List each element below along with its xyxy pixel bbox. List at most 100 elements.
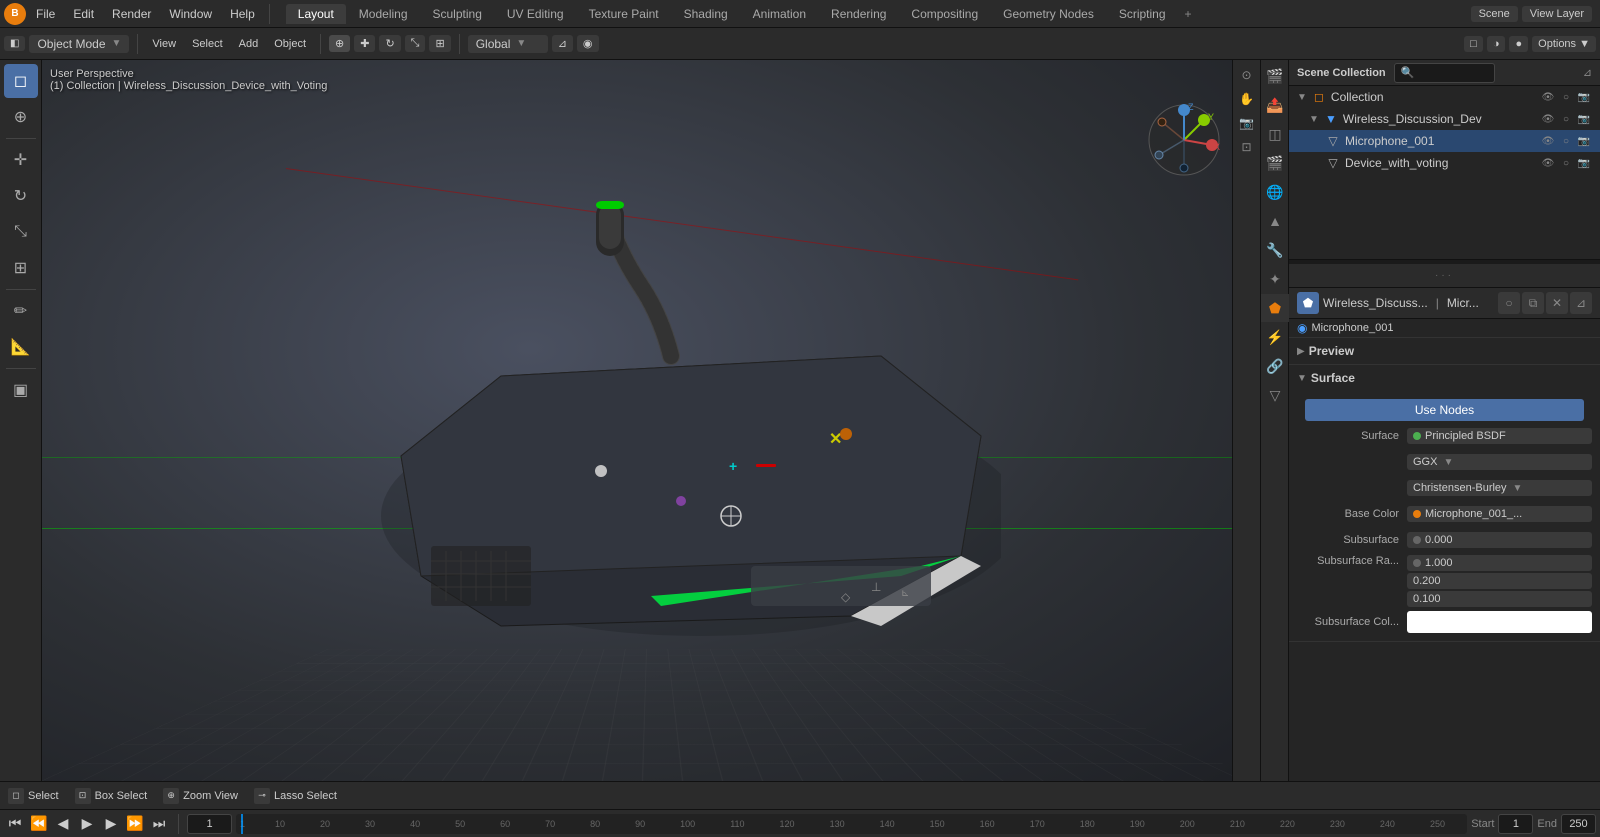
cursor-tool-left[interactable]: ⊕ bbox=[4, 100, 38, 134]
play-btn[interactable]: ▶ bbox=[76, 813, 98, 835]
device-render[interactable]: 📷 bbox=[1576, 111, 1592, 127]
tab-modeling[interactable]: Modeling bbox=[347, 4, 420, 24]
pan-view[interactable]: ✋ bbox=[1236, 88, 1258, 110]
jump-end-btn[interactable]: ⏭ bbox=[148, 813, 170, 835]
props-render-icon[interactable]: 🎬 bbox=[1261, 62, 1289, 90]
mic-render[interactable]: 📷 bbox=[1576, 133, 1592, 149]
rotate-tool[interactable]: ↻ bbox=[379, 35, 400, 52]
props-physics-icon[interactable]: ⚡ bbox=[1261, 323, 1289, 351]
add-cube-tool[interactable]: ▣ bbox=[4, 373, 38, 407]
subsurface-color-value[interactable] bbox=[1407, 611, 1592, 633]
tab-compositing[interactable]: Compositing bbox=[899, 4, 990, 24]
orthographic-btn[interactable]: ⊡ bbox=[1236, 136, 1258, 158]
snap-toggle[interactable]: ⊿ bbox=[552, 35, 573, 52]
viewport[interactable]: ✕ + bbox=[42, 60, 1260, 781]
props-output-icon[interactable]: 📤 bbox=[1261, 91, 1289, 119]
surface-header[interactable]: ▼ Surface bbox=[1289, 365, 1600, 391]
menu-help[interactable]: Help bbox=[222, 5, 263, 23]
mic-visibility[interactable]: 👁 bbox=[1540, 133, 1556, 149]
menu-file[interactable]: File bbox=[28, 5, 63, 23]
props-drag-handle[interactable]: ··· bbox=[1289, 264, 1600, 288]
menu-window[interactable]: Window bbox=[161, 5, 220, 23]
device-collection-row[interactable]: ▼ ▼ Wireless_Discussion_Dev 👁 ○ 📷 bbox=[1289, 108, 1600, 130]
prev-keyframe-btn[interactable]: ⏪ bbox=[28, 813, 50, 835]
subsurface-r2[interactable]: 0.200 bbox=[1407, 573, 1592, 589]
gizmo-widget[interactable]: Y X Z bbox=[1144, 100, 1224, 180]
device-visibility[interactable]: 👁 bbox=[1540, 111, 1556, 127]
surface-type-value[interactable]: Principled BSDF bbox=[1407, 428, 1592, 444]
collection-visibility[interactable]: 👁 bbox=[1540, 89, 1556, 105]
transform-tool[interactable]: ✚ bbox=[354, 35, 375, 52]
menu-render[interactable]: Render bbox=[104, 5, 159, 23]
view-menu[interactable]: View bbox=[146, 36, 182, 52]
device-arrow[interactable]: ▼ bbox=[1309, 114, 1319, 125]
obj-close[interactable]: ✕ bbox=[1546, 292, 1568, 314]
voting-visibility[interactable]: 👁 bbox=[1540, 155, 1556, 171]
tab-geometry-nodes[interactable]: Geometry Nodes bbox=[991, 4, 1106, 24]
props-scene-icon[interactable]: 🎬 bbox=[1261, 149, 1289, 177]
cursor-tool[interactable]: ⊕ bbox=[329, 35, 350, 52]
scene-selector[interactable]: Scene bbox=[1471, 6, 1518, 22]
collection-render[interactable]: 📷 bbox=[1576, 89, 1592, 105]
zoom-to-fit[interactable]: ⊙ bbox=[1236, 64, 1258, 86]
current-frame-input[interactable]: 1 bbox=[187, 814, 232, 834]
collection-row[interactable]: ▼ ◻ Collection 👁 ○ 📷 bbox=[1289, 86, 1600, 108]
microphone-row[interactable]: ▽ Microphone_001 👁 ○ 📷 bbox=[1289, 130, 1600, 152]
props-constraints-icon[interactable]: 🔗 bbox=[1261, 352, 1289, 380]
viewport-shading-wire[interactable]: □ bbox=[1464, 36, 1483, 52]
outliner-filter[interactable]: ⊿ bbox=[1583, 66, 1592, 79]
mic-viewport[interactable]: ○ bbox=[1558, 133, 1574, 149]
tab-layout[interactable]: Layout bbox=[286, 4, 346, 24]
props-world-icon[interactable]: 🌐 bbox=[1261, 178, 1289, 206]
select-menu[interactable]: Select bbox=[186, 36, 229, 52]
tab-shading[interactable]: Shading bbox=[672, 4, 740, 24]
next-keyframe-btn[interactable]: ⏩ bbox=[124, 813, 146, 835]
scale-tool[interactable]: ⤡ bbox=[405, 35, 426, 52]
tab-texture-paint[interactable]: Texture Paint bbox=[577, 4, 671, 24]
view-layer-selector[interactable]: View Layer bbox=[1522, 6, 1592, 22]
proportional-edit[interactable]: ◉ bbox=[577, 35, 599, 52]
voting-render[interactable]: 📷 bbox=[1576, 155, 1592, 171]
props-data-icon[interactable]: ▽ bbox=[1261, 381, 1289, 409]
scale2-tool[interactable]: ⊞ bbox=[429, 35, 450, 52]
device-viewport[interactable]: ○ bbox=[1558, 111, 1574, 127]
voting-viewport[interactable]: ○ bbox=[1558, 155, 1574, 171]
preview-header[interactable]: ▶ Preview bbox=[1289, 338, 1600, 364]
move-tool[interactable]: ✛ bbox=[4, 143, 38, 177]
obj-new[interactable]: ○ bbox=[1498, 292, 1520, 314]
jump-start-btn[interactable]: ⏮ bbox=[4, 813, 26, 835]
props-modifier-icon[interactable]: 🔧 bbox=[1261, 236, 1289, 264]
tab-uv-editing[interactable]: UV Editing bbox=[495, 4, 576, 24]
use-nodes-button[interactable]: Use Nodes bbox=[1305, 399, 1584, 421]
tab-animation[interactable]: Animation bbox=[741, 4, 818, 24]
tab-rendering[interactable]: Rendering bbox=[819, 4, 898, 24]
object-menu[interactable]: Object bbox=[268, 36, 312, 52]
voting-row[interactable]: ▽ Device_with_voting 👁 ○ 📷 bbox=[1289, 152, 1600, 174]
outliner-search[interactable] bbox=[1394, 63, 1496, 83]
menu-edit[interactable]: Edit bbox=[65, 5, 102, 23]
camera-view-btn[interactable]: 📷 bbox=[1236, 112, 1258, 134]
subsurface-r1[interactable]: 1.000 bbox=[1407, 555, 1592, 571]
props-object-icon[interactable]: ▲ bbox=[1261, 207, 1289, 235]
timeline-ruler[interactable]: 1 10 20 30 40 50 60 70 80 90 100 110 120… bbox=[236, 814, 1467, 834]
collection-arrow[interactable]: ▼ bbox=[1297, 92, 1307, 103]
props-particles-icon[interactable]: ✦ bbox=[1261, 265, 1289, 293]
subsurface-method-value[interactable]: Christensen-Burley ▼ bbox=[1407, 480, 1592, 496]
tab-sculpting[interactable]: Sculpting bbox=[421, 4, 494, 24]
obj-copy[interactable]: ⧉ bbox=[1522, 292, 1544, 314]
viewport-toggle[interactable]: ◧ bbox=[4, 36, 25, 51]
distribution-value[interactable]: GGX ▼ bbox=[1407, 454, 1592, 470]
add-menu[interactable]: Add bbox=[233, 36, 265, 52]
viewport-shading-solid[interactable]: ◑ bbox=[1487, 36, 1506, 52]
measure-tool[interactable]: 📐 bbox=[4, 330, 38, 364]
base-color-value[interactable]: Microphone_001_... bbox=[1407, 506, 1592, 522]
start-frame-input[interactable] bbox=[1498, 814, 1533, 834]
props-view-layer-icon[interactable]: ◫ bbox=[1261, 120, 1289, 148]
end-frame-input[interactable] bbox=[1561, 814, 1596, 834]
scale-tool-left[interactable]: ⤡ bbox=[4, 215, 38, 249]
select-tool[interactable]: ◻ bbox=[4, 64, 38, 98]
prev-frame-btn[interactable]: ◀ bbox=[52, 813, 74, 835]
mode-selector[interactable]: Object Mode ▼ bbox=[29, 35, 129, 53]
props-material-icon[interactable]: ⬟ bbox=[1261, 294, 1289, 322]
annotate-tool[interactable]: ✏ bbox=[4, 294, 38, 328]
